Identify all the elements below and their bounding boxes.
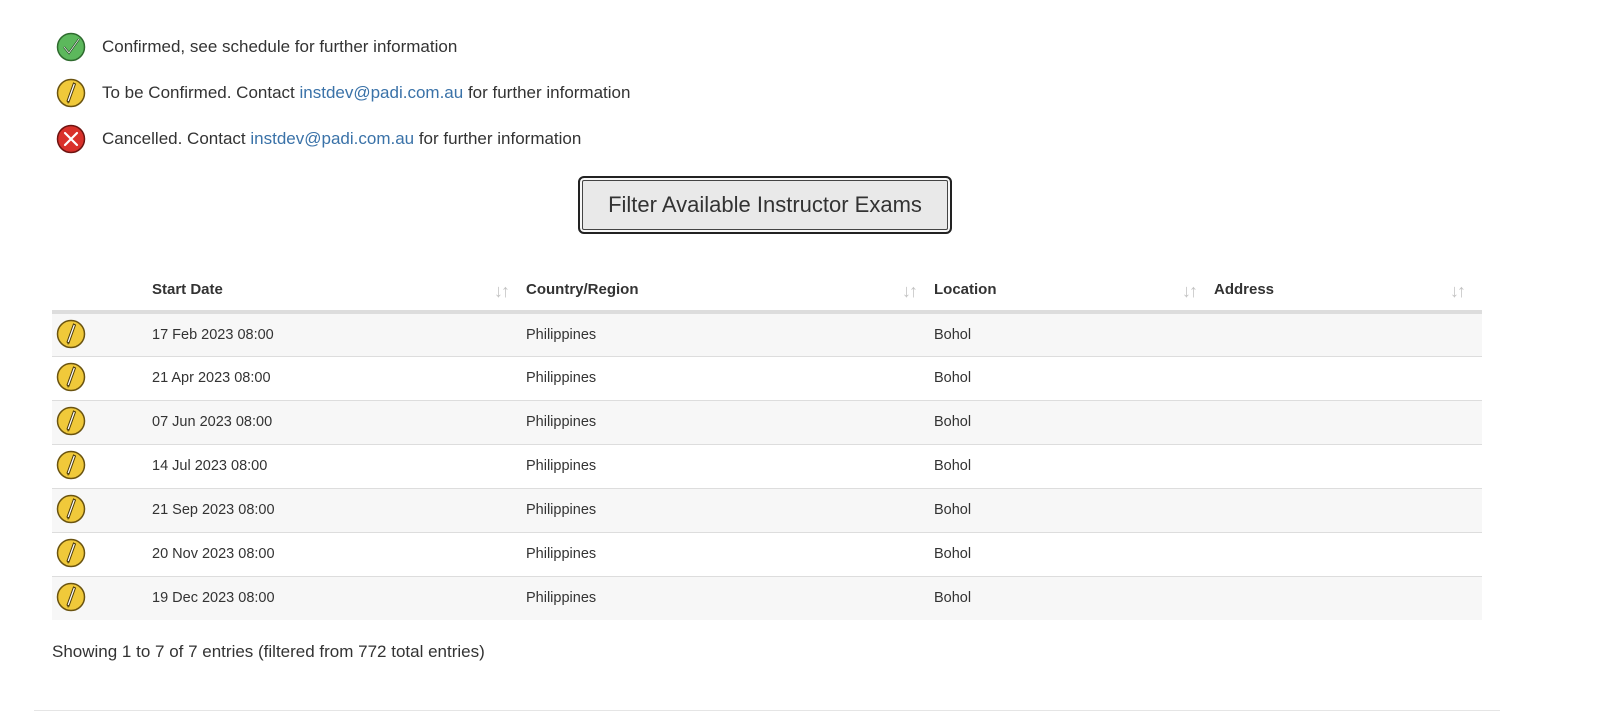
legend-cancelled-suffix: for further information xyxy=(414,129,582,148)
sort-icon[interactable]: ↓↑ xyxy=(902,281,918,302)
email-link[interactable]: instdev@padi.com.au xyxy=(250,129,414,148)
header-location[interactable]: Location ↓↑ xyxy=(934,268,1214,314)
start-date-cell: 17 Feb 2023 08:00 xyxy=(152,326,274,343)
start-date-cell: 14 Jul 2023 08:00 xyxy=(152,443,526,488)
status-cell xyxy=(52,531,152,576)
table-info: Showing 1 to 7 of 7 entries (filtered fr… xyxy=(52,642,485,661)
exam-table: Start Date ↓↑ Country/Region ↓↑ Location ↓↑… xyxy=(52,268,1482,620)
legend-confirmed: Confirmed, see schedule for further info… xyxy=(56,24,630,70)
country-cell: Philippines xyxy=(526,355,934,400)
country-cell: Philippines xyxy=(526,531,934,576)
pencil-circle-icon xyxy=(56,78,86,108)
legend-cancelled-text: Cancelled. Contact instdev@padi.com.au f… xyxy=(102,129,581,149)
header-country-label: Country/Region xyxy=(526,280,639,298)
pencil-circle-icon xyxy=(56,406,86,436)
location-cell: Bohol xyxy=(934,487,1214,532)
country-cell: Philippines xyxy=(526,326,597,343)
status-cell xyxy=(52,399,152,444)
location-cell: Bohol xyxy=(934,326,972,343)
status-cell xyxy=(52,575,152,620)
location-cell: Bohol xyxy=(934,355,1214,400)
pencil-circle-icon xyxy=(56,582,86,612)
address-cell xyxy=(1214,487,1482,532)
pencil-circle-icon xyxy=(56,494,86,524)
location-cell: Bohol xyxy=(934,575,1214,620)
legend-cancelled: Cancelled. Contact instdev@padi.com.au f… xyxy=(56,116,630,162)
table-row[interactable]: 20 Nov 2023 08:00 Philippines Bohol xyxy=(52,531,1482,576)
status-cell xyxy=(52,355,152,400)
header-address[interactable]: Address ↓↑ xyxy=(1214,268,1482,314)
header-location-label: Location xyxy=(934,280,997,298)
email-link[interactable]: instdev@padi.com.au xyxy=(299,83,463,102)
legend-tbc-text: To be Confirmed. Contact instdev@padi.co… xyxy=(102,83,630,103)
status-legend: Confirmed, see schedule for further info… xyxy=(56,24,630,162)
table-body: 17 Feb 2023 08:00 Philippines Bohol 21 A… xyxy=(52,312,1482,620)
sort-icon[interactable]: ↓↑ xyxy=(494,281,510,302)
header-start-date[interactable]: Start Date ↓↑ xyxy=(152,268,526,314)
pencil-circle-icon xyxy=(56,319,86,349)
pencil-circle-icon xyxy=(56,450,86,480)
table-row[interactable]: 07 Jun 2023 08:00 Philippines Bohol xyxy=(52,399,1482,444)
table-row[interactable]: 19 Dec 2023 08:00 Philippines Bohol xyxy=(52,575,1482,620)
status-cell xyxy=(52,312,152,356)
start-date-cell: 21 Sep 2023 08:00 xyxy=(152,487,526,532)
address-cell xyxy=(1214,355,1482,400)
header-country[interactable]: Country/Region ↓↑ xyxy=(526,268,934,314)
table-header-row: Start Date ↓↑ Country/Region ↓↑ Location ↓↑… xyxy=(52,268,1482,314)
check-circle-icon xyxy=(56,32,86,62)
filter-area: Filter Available Instructor Exams xyxy=(0,176,1530,234)
legend-tbc-prefix: To be Confirmed. Contact xyxy=(102,83,300,102)
address-cell xyxy=(1214,531,1482,576)
header-start-date-label: Start Date xyxy=(152,280,223,298)
pencil-circle-icon xyxy=(56,362,86,392)
legend-tbc-suffix: for further information xyxy=(463,83,631,102)
legend-confirmed-text: Confirmed, see schedule for further info… xyxy=(102,37,458,56)
status-cell xyxy=(52,443,152,488)
legend-cancelled-prefix: Cancelled. Contact xyxy=(102,129,251,148)
table-row[interactable]: 17 Feb 2023 08:00 Philippines Bohol xyxy=(52,312,1482,356)
location-cell: Bohol xyxy=(934,531,1214,576)
address-cell xyxy=(1214,399,1482,444)
start-date-cell: 19 Dec 2023 08:00 xyxy=(152,575,526,620)
divider xyxy=(34,710,1500,711)
table-row[interactable]: 21 Sep 2023 08:00 Philippines Bohol xyxy=(52,487,1482,532)
address-cell xyxy=(1214,443,1482,488)
header-address-label: Address xyxy=(1214,280,1275,298)
filter-exams-button[interactable]: Filter Available Instructor Exams xyxy=(578,176,952,234)
address-cell xyxy=(1214,312,1482,356)
location-cell: Bohol xyxy=(934,399,1214,444)
country-cell: Philippines xyxy=(526,575,934,620)
table-row[interactable]: 21 Apr 2023 08:00 Philippines Bohol xyxy=(52,355,1482,400)
address-cell xyxy=(1214,575,1482,620)
country-cell: Philippines xyxy=(526,399,934,444)
header-status xyxy=(52,268,152,314)
table-row[interactable]: 14 Jul 2023 08:00 Philippines Bohol xyxy=(52,443,1482,488)
start-date-cell: 20 Nov 2023 08:00 xyxy=(152,531,526,576)
country-cell: Philippines xyxy=(526,443,934,488)
legend-tbc: To be Confirmed. Contact instdev@padi.co… xyxy=(56,70,630,116)
start-date-cell: 21 Apr 2023 08:00 xyxy=(152,355,526,400)
status-cell xyxy=(52,487,152,532)
x-circle-icon xyxy=(56,124,86,154)
sort-icon[interactable]: ↓↑ xyxy=(1182,281,1198,302)
start-date-cell: 07 Jun 2023 08:00 xyxy=(152,399,526,444)
country-cell: Philippines xyxy=(526,487,934,532)
pencil-circle-icon xyxy=(56,538,86,568)
sort-icon[interactable]: ↓↑ xyxy=(1450,281,1466,302)
location-cell: Bohol xyxy=(934,443,1214,488)
